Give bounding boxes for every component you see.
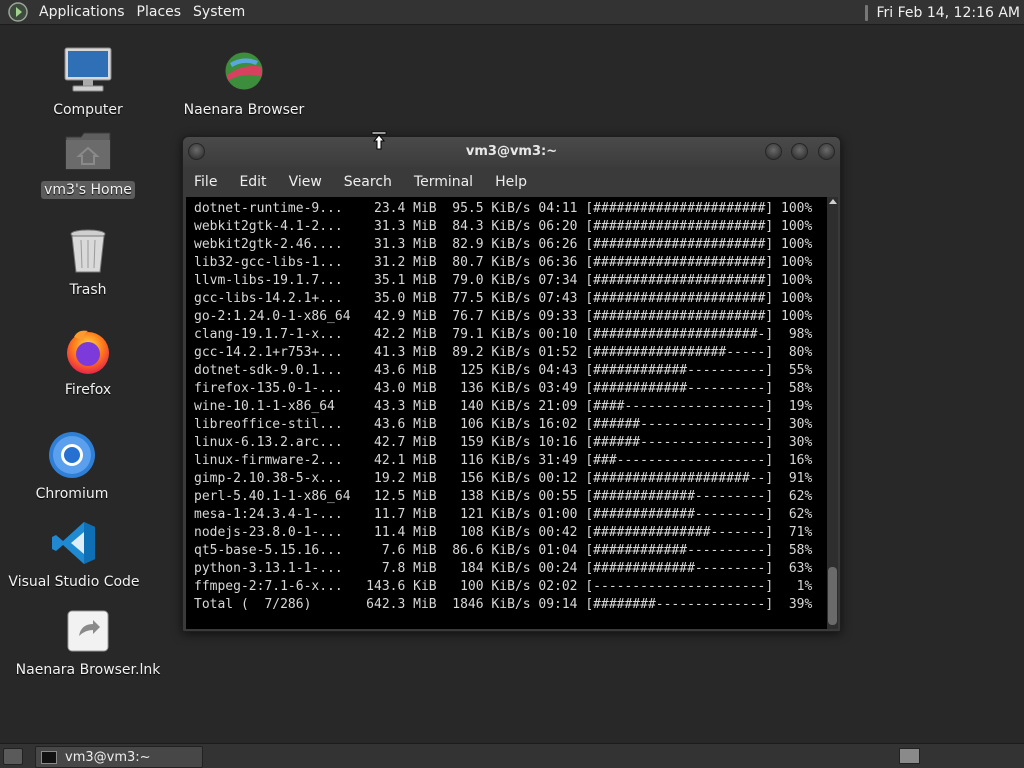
system-menu[interactable]: System (187, 4, 251, 20)
terminal-scrollbar[interactable] (827, 197, 838, 629)
firefox-icon (62, 325, 114, 377)
trash-icon (62, 225, 114, 277)
scroll-up-arrow-icon[interactable] (829, 199, 837, 204)
desktop-icon-naenara-browser[interactable]: Naenara Browser (174, 45, 314, 119)
menu-file[interactable]: File (183, 174, 228, 190)
desktop-icon-trash[interactable]: Trash (18, 225, 158, 299)
chromium-icon (46, 429, 98, 481)
taskbar-window-label: vm3@vm3:~ (65, 749, 151, 765)
maximize-button[interactable] (791, 143, 808, 160)
menu-view[interactable]: View (278, 174, 333, 190)
download-line: gcc-14.2.1+r753+... 41.3 MiB 89.2 KiB/s … (194, 345, 813, 360)
download-line: clang-19.1.7-1-x... 42.2 MiB 79.1 KiB/s … (194, 327, 813, 342)
download-line: ffmpeg-2:7.1-6-x... 143.6 KiB 100 KiB/s … (194, 579, 813, 594)
download-line: linux-firmware-2... 42.1 MiB 116 KiB/s 3… (194, 453, 813, 468)
desktop-icon-label: Firefox (64, 382, 112, 398)
download-line: llvm-libs-19.1.7... 35.1 MiB 79.0 KiB/s … (194, 273, 813, 288)
menu-help[interactable]: Help (484, 174, 538, 190)
desktop-icon-label: Visual Studio Code (8, 574, 140, 590)
terminal-icon (41, 750, 57, 764)
top-panel: Applications Places System Fri Feb 14, 1… (0, 0, 1024, 25)
desktop-icon-label: Naenara Browser (183, 102, 305, 118)
download-line: wine-10.1-1-x86_64 43.3 MiB 140 KiB/s 21… (194, 399, 813, 414)
download-line: dotnet-runtime-9... 23.4 MiB 95.5 KiB/s … (194, 201, 813, 216)
desktop-icon-computer[interactable]: Computer (18, 45, 158, 119)
download-line: perl-5.40.1-1-x86_64 12.5 MiB 138 KiB/s … (194, 489, 813, 504)
window-title: vm3@vm3:~ (465, 144, 558, 159)
panel-separator (865, 4, 869, 21)
download-line: linux-6.13.2.arc... 42.7 MiB 159 KiB/s 1… (194, 435, 813, 450)
download-line: lib32-gcc-libs-1... 31.2 MiB 80.7 KiB/s … (194, 255, 813, 270)
menu-terminal[interactable]: Terminal (403, 174, 484, 190)
download-line: webkit2gtk-4.1-2... 31.3 MiB 84.3 KiB/s … (194, 219, 813, 234)
close-button[interactable] (818, 143, 835, 160)
desktop-icon-vscode[interactable]: Visual Studio Code (4, 517, 144, 591)
clock[interactable]: Fri Feb 14, 12:16 AM (865, 0, 1020, 25)
scrollbar-thumb[interactable] (828, 567, 837, 625)
taskbar-window-button[interactable]: vm3@vm3:~ (35, 746, 203, 768)
desktop-icon-label: Chromium (35, 486, 109, 502)
total-line: Total ( 7/286) 642.3 MiB 1846 KiB/s 09:1… (194, 597, 813, 612)
desktop-icon-chromium[interactable]: Chromium (2, 429, 142, 503)
minimize-button[interactable] (765, 143, 782, 160)
download-line: qt5-base-5.15.16... 7.6 MiB 86.6 KiB/s 0… (194, 543, 813, 558)
terminal-menubar: File Edit View Search Terminal Help (183, 167, 840, 197)
computer-icon (62, 45, 114, 97)
clock-text: Fri Feb 14, 12:16 AM (876, 4, 1020, 21)
mouse-cursor-icon (371, 131, 387, 151)
desktop-icon-label: Naenara Browser.lnk (15, 662, 161, 678)
download-line: go-2:1.24.0-1-x86_64 42.9 MiB 76.7 KiB/s… (194, 309, 813, 324)
main-menu-logo-icon[interactable] (7, 1, 29, 23)
menu-edit[interactable]: Edit (228, 174, 277, 190)
download-line: webkit2gtk-2.46.... 31.3 MiB 82.9 KiB/s … (194, 237, 813, 252)
download-line: dotnet-sdk-9.0.1... 43.6 MiB 125 KiB/s 0… (194, 363, 813, 378)
desktop-icon-label: Computer (53, 102, 123, 118)
download-line: firefox-135.0-1-... 43.0 MiB 136 KiB/s 0… (194, 381, 813, 396)
desktop-icon-label: vm3's Home (41, 181, 135, 199)
download-line: gimp-2.10.38-5-x... 19.2 MiB 156 KiB/s 0… (194, 471, 813, 486)
workspace-switcher[interactable] (899, 748, 920, 764)
download-line: nodejs-23.8.0-1-... 11.4 MiB 108 KiB/s 0… (194, 525, 813, 540)
terminal-output[interactable]: dotnet-runtime-9... 23.4 MiB 95.5 KiB/s … (186, 197, 827, 629)
terminal-window[interactable]: vm3@vm3:~ File Edit View Search Terminal… (182, 136, 841, 632)
menu-search[interactable]: Search (333, 174, 403, 190)
bottom-panel: vm3@vm3:~ (0, 743, 1024, 768)
desktop-icon-firefox[interactable]: Firefox (18, 325, 158, 399)
home-folder-icon (62, 125, 114, 177)
download-line: mesa-1:24.3.4-1-... 11.7 MiB 121 KiB/s 0… (194, 507, 813, 522)
desktop-icon-naenara-lnk[interactable]: Naenara Browser.lnk (16, 605, 160, 679)
applications-menu[interactable]: Applications (33, 4, 131, 20)
show-desktop-icon[interactable] (3, 748, 23, 765)
vscode-icon (48, 517, 100, 569)
download-line: gcc-libs-14.2.1+... 35.0 MiB 77.5 KiB/s … (194, 291, 813, 306)
download-line: libreoffice-stil... 43.6 MiB 106 KiB/s 1… (194, 417, 813, 432)
desktop-icon-home[interactable]: vm3's Home (18, 125, 158, 199)
places-menu[interactable]: Places (131, 4, 188, 20)
download-line: python-3.13.1-1-... 7.8 MiB 184 KiB/s 00… (194, 561, 813, 576)
naenara-globe-icon (218, 45, 270, 97)
shortcut-file-icon (62, 605, 114, 657)
window-titlebar[interactable]: vm3@vm3:~ (183, 137, 840, 167)
desktop-icon-label: Trash (69, 282, 107, 298)
